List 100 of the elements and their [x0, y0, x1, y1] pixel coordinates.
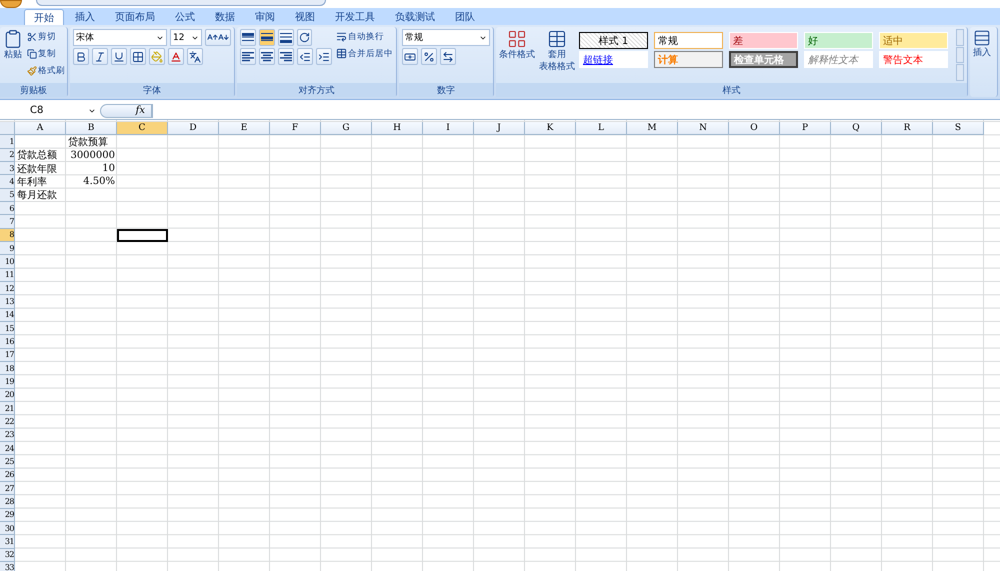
row-header[interactable]: 16	[0, 335, 15, 349]
phonetic-icon[interactable]	[187, 48, 203, 65]
copy-button[interactable]: 复制	[27, 46, 65, 61]
row-header[interactable]: 18	[0, 362, 15, 376]
row-header[interactable]: 15	[0, 322, 15, 336]
font-size-dropdown[interactable]: 12	[170, 29, 202, 46]
column-header[interactable]: N	[678, 122, 729, 136]
cut-button[interactable]: 剪切	[27, 29, 65, 44]
align-left-button[interactable]	[240, 48, 256, 65]
row-header[interactable]: 22	[0, 415, 15, 429]
column-header[interactable]: D	[168, 122, 219, 136]
row-header[interactable]: 4	[0, 175, 15, 189]
row-header[interactable]: 10	[0, 255, 15, 269]
cell-style-option[interactable]: 适中	[879, 32, 948, 49]
name-box[interactable]: C8	[0, 104, 100, 118]
column-header[interactable]: J	[474, 122, 525, 136]
paste-button[interactable]: 粘贴	[3, 29, 23, 81]
font-color-icon[interactable]	[168, 48, 184, 65]
row-header[interactable]: 32	[0, 548, 15, 562]
underline-icon[interactable]	[111, 48, 127, 65]
office-button[interactable]	[0, 0, 22, 8]
orientation-icon[interactable]	[297, 29, 312, 46]
bold-icon[interactable]	[73, 48, 89, 65]
column-header[interactable]: Q	[831, 122, 882, 136]
insert-button[interactable]: 插入	[973, 29, 991, 95]
column-header[interactable]: R	[882, 122, 933, 136]
column-header[interactable]: L	[576, 122, 627, 136]
ribbon-tab[interactable]: 公式	[166, 9, 204, 25]
row-header[interactable]: 24	[0, 442, 15, 456]
row-header[interactable]: 25	[0, 455, 15, 469]
wrap-text-button[interactable]: 自动换行	[336, 29, 393, 44]
ribbon-tab[interactable]: 团队	[446, 9, 484, 25]
row-header[interactable]: 31	[0, 535, 15, 548]
font-name-dropdown[interactable]: 宋体	[73, 29, 167, 46]
ribbon-tab[interactable]: 审阅	[246, 9, 284, 25]
currency-icon[interactable]	[402, 48, 418, 65]
column-header[interactable]: A	[15, 122, 66, 136]
ribbon-tab[interactable]: 插入	[66, 9, 104, 25]
row-header[interactable]: 23	[0, 428, 15, 442]
vertical-align-button[interactable]	[278, 29, 294, 46]
conditional-format-button[interactable]: 条件格式	[499, 29, 535, 81]
number-format-dropdown[interactable]: 常规	[402, 29, 490, 46]
ribbon-tab[interactable]: 开始	[24, 9, 64, 25]
row-header[interactable]: 6	[0, 202, 15, 216]
row-header[interactable]: 9	[0, 242, 15, 256]
row-header[interactable]: 13	[0, 295, 15, 309]
row-header[interactable]: 27	[0, 482, 15, 496]
column-header[interactable]: E	[219, 122, 270, 136]
cell-style-option[interactable]: 常规	[654, 32, 723, 49]
column-header[interactable]: S	[933, 122, 984, 136]
format-painter-button[interactable]: 格式刷	[27, 63, 65, 78]
fill-color-icon[interactable]	[149, 48, 165, 65]
cell-style-option[interactable]: 好	[804, 32, 873, 49]
align-right-button[interactable]	[278, 48, 294, 65]
row-header[interactable]: 3	[0, 162, 15, 176]
column-header[interactable]: H	[372, 122, 423, 136]
column-header[interactable]: G	[321, 122, 372, 136]
cell-style-option[interactable]: 差	[729, 32, 798, 49]
row-header[interactable]: 5	[0, 188, 15, 202]
row-header[interactable]: 7	[0, 215, 15, 229]
column-header[interactable]: B	[66, 122, 117, 136]
ribbon-tab[interactable]: 开发工具	[326, 9, 384, 25]
row-header[interactable]: 30	[0, 522, 15, 536]
row-header[interactable]: 1	[0, 135, 15, 149]
row-header[interactable]: 19	[0, 375, 15, 389]
cell-style-option[interactable]: 解释性文本	[804, 51, 873, 68]
column-header[interactable]: F	[270, 122, 321, 136]
italic-icon[interactable]	[92, 48, 108, 65]
row-header[interactable]: 29	[0, 508, 15, 522]
increase-indent-icon[interactable]	[316, 48, 332, 65]
borders-icon[interactable]	[130, 48, 146, 65]
gallery-scrollbar[interactable]	[956, 29, 964, 81]
column-header[interactable]: O	[729, 122, 780, 136]
row-header[interactable]: 17	[0, 348, 15, 362]
cell-style-option[interactable]: 警告文本	[879, 51, 948, 68]
column-header[interactable]: P	[780, 122, 831, 136]
align-center-button[interactable]	[259, 48, 275, 65]
ribbon-tab[interactable]: 视图	[286, 9, 324, 25]
row-header[interactable]: 20	[0, 388, 15, 402]
column-header[interactable]: M	[627, 122, 678, 136]
row-header[interactable]: 26	[0, 468, 15, 482]
row-header[interactable]: 2	[0, 148, 15, 162]
ribbon-tab[interactable]: 负载测试	[386, 9, 444, 25]
decrease-indent-icon[interactable]	[297, 48, 313, 65]
vertical-align-button[interactable]	[259, 29, 275, 46]
row-header[interactable]: 21	[0, 402, 15, 416]
column-header[interactable]: I	[423, 122, 474, 136]
table-format-button[interactable]: 套用 表格格式	[539, 29, 575, 81]
row-header[interactable]: 14	[0, 308, 15, 322]
row-header[interactable]: 12	[0, 282, 15, 296]
selected-cell[interactable]	[117, 228, 168, 242]
merge-center-button[interactable]: 合并后居中	[336, 46, 393, 61]
ribbon-tab[interactable]: 数据	[206, 9, 244, 25]
percent-icon[interactable]	[421, 48, 437, 65]
column-header[interactable]: K	[525, 122, 576, 136]
row-header[interactable]: 11	[0, 268, 15, 282]
font-size-icon[interactable]	[205, 29, 231, 46]
row-header[interactable]: 28	[0, 495, 15, 509]
column-header[interactable]: C	[117, 122, 168, 136]
insert-function-button[interactable]: fx	[100, 104, 152, 118]
